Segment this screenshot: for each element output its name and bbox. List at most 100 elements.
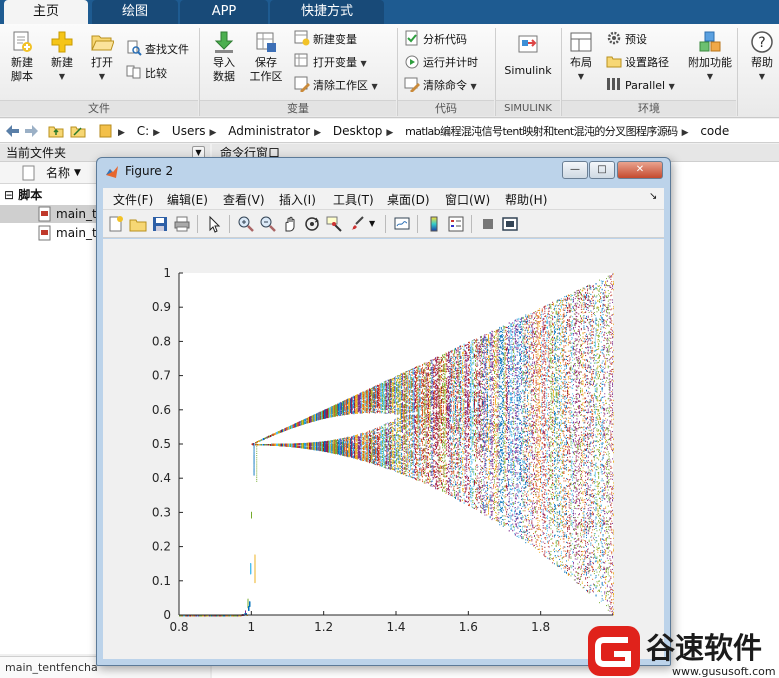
menu-help[interactable]: 帮助(H) [505,191,547,208]
chevron-down-icon: ▼ [195,148,201,157]
new-figure-icon[interactable] [107,215,125,233]
up-folder-icon[interactable] [48,123,64,139]
import-data-button[interactable]: 导入 数据 [206,30,242,84]
parallel-button[interactable]: Parallel ▼ [606,76,675,96]
menu-edit[interactable]: 编辑(E) [167,191,208,208]
plus-icon [51,31,73,53]
simulink-icon [518,35,538,53]
show-plot-tools-icon[interactable] [501,215,519,233]
open-button[interactable]: 打开 ▼ [84,30,120,84]
rotate-3d-icon[interactable] [303,215,321,233]
print-icon[interactable] [173,215,191,233]
address-bar: ▶ C: ▶ Users ▶ Administrator ▶ Desktop ▶ mat… [0,119,779,143]
toolbar-separator [229,215,230,233]
data-cursor-icon[interactable] [325,215,343,233]
breadcrumb-item[interactable]: matlab编程混沌信号tent映射和tent混沌的分叉图程序源码 [405,125,678,138]
maximize-icon: □ [597,164,606,175]
import-arrow-icon [214,31,234,53]
new-button[interactable]: 新建 ▼ [44,30,80,84]
breadcrumb-arrow-icon: ▶ [682,128,689,138]
help-button[interactable]: ? 帮助 ▼ [746,30,778,84]
clear-workspace-button[interactable]: 清除工作区 ▼ [294,76,378,96]
layout-icon [570,32,592,52]
close-button[interactable]: ✕ [617,161,663,179]
analyze-code-label: 分析代码 [423,33,467,46]
link-plot-icon[interactable] [393,215,411,233]
toolbar-separator [417,215,418,233]
menu-window[interactable]: 窗口(W) [445,191,490,208]
save-workspace-icon [256,32,276,52]
set-path-button[interactable]: 设置路径 [606,53,669,73]
menu-view[interactable]: 查看(V) [223,191,265,208]
menu-file[interactable]: 文件(F) [113,191,153,208]
compare-button[interactable]: 比较 [126,64,167,84]
name-column-header[interactable]: 名称 [46,162,70,184]
chevron-down-icon: ▼ [669,82,675,91]
run-and-time-button[interactable]: 运行并计时 [404,53,478,73]
menu-tools[interactable]: 工具(T) [333,191,374,208]
clear-commands-icon [404,77,420,92]
clear-workspace-label: 清除工作区 [313,79,368,92]
find-files-button[interactable]: 查找文件 [126,40,189,60]
figure-titlebar[interactable]: Figure 2 — □ ✕ [97,158,670,186]
save-workspace-button[interactable]: 保存 工作区 [246,30,286,84]
legend-icon[interactable] [447,215,465,233]
tab-apps[interactable]: APP [180,0,268,24]
breadcrumb-item[interactable]: Desktop [333,124,383,138]
minimize-button[interactable]: — [562,161,588,179]
save-icon[interactable] [151,215,169,233]
pan-hand-icon[interactable] [281,215,299,233]
collapse-icon[interactable]: ⊟ [4,188,14,202]
zoom-out-icon[interactable] [259,215,277,233]
folder-group-scripts[interactable]: ⊟ 脚本 [4,186,42,204]
new-script-icon [13,31,32,52]
toolbar-separator [197,215,198,233]
maximize-button[interactable]: □ [589,161,615,179]
parallel-label: Parallel [625,79,665,92]
colorbar-icon[interactable] [425,215,443,233]
new-script-button[interactable]: 新建 脚本 [4,30,40,84]
breadcrumb-item[interactable]: code [700,124,729,138]
help-label: 帮助 [751,56,773,69]
clear-commands-button[interactable]: 清除命令 ▼ [404,76,477,96]
toolbar-separator [471,215,472,233]
folder-group-label: 脚本 [18,188,42,202]
layout-button[interactable]: 布局 ▼ [565,30,597,84]
parallel-icon [607,78,620,90]
menu-insert[interactable]: 插入(I) [279,191,316,208]
sort-down-icon[interactable]: ▼ [74,162,81,184]
back-arrow-icon[interactable] [4,123,20,139]
axes-background [179,273,613,615]
breadcrumb-arrow-icon: ▶ [386,128,393,138]
breadcrumb-item[interactable]: Users [172,124,206,138]
browse-folder-icon[interactable] [70,123,86,139]
forward-arrow-icon[interactable] [24,123,40,139]
set-path-icon [606,56,622,68]
open-variable-button[interactable]: 打开变量 ▼ [294,53,367,73]
dock-arrow-icon[interactable]: ↘ [649,191,657,202]
analyze-code-button[interactable]: 分析代码 [404,30,467,50]
new-variable-button[interactable]: 新建变量 [294,30,357,50]
brush-icon[interactable] [347,215,365,233]
breadcrumb-item[interactable]: C: [137,124,149,138]
chevron-down-icon[interactable]: ▼ [369,215,379,233]
zoom-in-icon[interactable] [237,215,255,233]
open-file-icon[interactable] [129,215,147,233]
menu-desktop[interactable]: 桌面(D) [387,191,430,208]
figure-window[interactable]: Figure 2 — □ ✕ 文件(F) 编辑(E) 查看(V) 插入(I) 工… [96,157,671,666]
simulink-button[interactable]: Simulink [500,32,556,78]
tab-plots[interactable]: 绘图 [92,0,178,24]
tab-home[interactable]: 主页 [4,0,88,24]
new-label: 新建 [51,56,73,69]
addons-button[interactable]: 附加功能 ▼ [686,30,734,84]
new-variable-label: 新建变量 [313,33,357,46]
breadcrumb: ▶ C: ▶ Users ▶ Administrator ▶ Desktop ▶ mat… [118,123,733,139]
current-folder-title: 当前文件夹 [6,146,66,160]
breadcrumb-item[interactable]: Administrator [228,124,310,138]
pointer-icon[interactable] [205,215,223,233]
tab-shortcuts[interactable]: 快捷方式 [270,0,384,24]
bifurcation-chart[interactable]: 0.8 1 1.2 1.4 1.6 1.800.10.20.30.40.50.60.70.… [103,239,664,659]
hide-plot-tools-icon[interactable] [479,215,497,233]
preferences-button[interactable]: 预设 [606,30,647,50]
figure-canvas[interactable]: 0.8 1 1.2 1.4 1.6 1.8 0 0.1 0.2 0.3 0.4 0.5 0.6 0.7 0.… [103,239,664,659]
